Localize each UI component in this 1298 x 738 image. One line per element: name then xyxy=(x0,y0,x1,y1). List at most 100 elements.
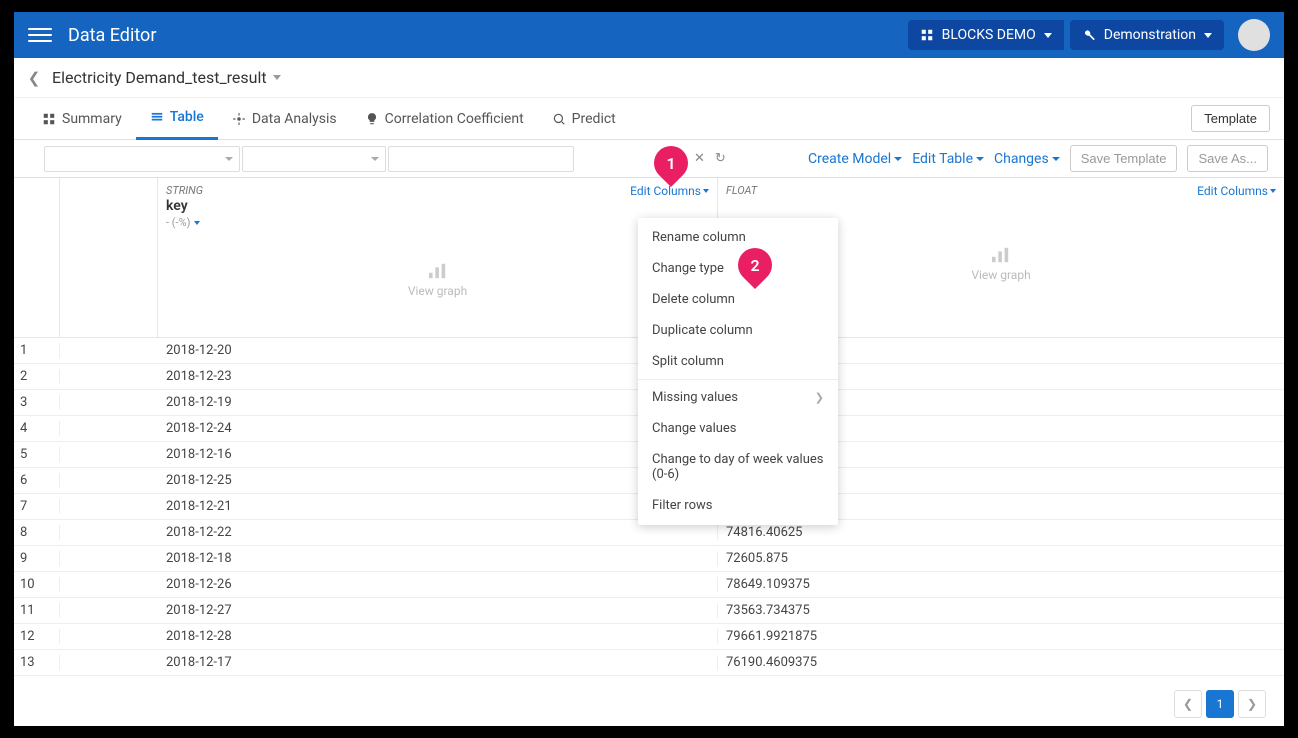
menu-change-values[interactable]: Change values xyxy=(638,413,838,444)
column-type: FLOAT xyxy=(726,184,1276,197)
cell-value: 76190.4609375 xyxy=(718,655,1284,670)
cell-value: 72605.875 xyxy=(718,551,1284,566)
row-number: 6 xyxy=(14,473,60,488)
callout-pin-2: 2 xyxy=(738,248,772,290)
row-number: 8 xyxy=(14,525,60,540)
back-chevron-icon[interactable]: ❮ xyxy=(24,69,44,87)
table-row[interactable]: 12 2018-12-2879661.9921875 xyxy=(14,624,1284,650)
tab-label: Predict xyxy=(572,111,616,127)
cell-key: 2018-12-21 xyxy=(158,499,718,514)
cell-key: 2018-12-25 xyxy=(158,473,718,488)
filter-dropdown-2[interactable] xyxy=(242,146,386,172)
row-number: 5 xyxy=(14,447,60,462)
cell-value: 73563.734375 xyxy=(718,603,1284,618)
summary-icon xyxy=(42,112,56,126)
column-header-key: STRING key - (-%) Edit Columns View grap… xyxy=(158,178,718,337)
tab-label: Table xyxy=(170,109,204,125)
pager-page-1[interactable]: 1 xyxy=(1206,690,1234,718)
close-icon[interactable]: ✕ xyxy=(694,151,705,166)
caret-down-icon xyxy=(1204,33,1212,38)
cell-value: 74816.40625 xyxy=(718,525,1284,540)
view-graph-placeholder[interactable]: View graph xyxy=(166,229,709,331)
menu-filter-rows[interactable]: Filter rows xyxy=(638,490,838,521)
table-row[interactable]: 11 2018-12-2773563.734375 xyxy=(14,598,1284,624)
save-template-button[interactable]: Save Template xyxy=(1070,145,1178,172)
row-number: 11 xyxy=(14,603,60,618)
pager-prev[interactable]: ❮ xyxy=(1174,690,1202,718)
menu-missing-values[interactable]: Missing values❯ xyxy=(638,382,838,413)
cell-key: 2018-12-22 xyxy=(158,525,718,540)
column-subinfo[interactable]: - (-%) xyxy=(166,216,709,229)
breadcrumb: ❮ Electricity Demand_test_result xyxy=(14,58,1284,98)
tab-correlation[interactable]: Correlation Coefficient xyxy=(351,98,538,140)
edit-columns-link[interactable]: Edit Columns xyxy=(1197,184,1276,198)
row-number: 4 xyxy=(14,421,60,436)
table-row[interactable]: 102018-12-2678649.109375 xyxy=(14,572,1284,598)
avatar[interactable] xyxy=(1238,19,1270,51)
menu-separator xyxy=(638,379,838,380)
analysis-icon xyxy=(232,112,246,126)
demonstration-dropdown[interactable]: Demonstration xyxy=(1070,20,1224,50)
hamburger-menu-icon[interactable] xyxy=(28,23,52,47)
toolbar: ✕ ↻ Create Model Edit Table Changes Save… xyxy=(14,140,1284,178)
row-number: 2 xyxy=(14,369,60,384)
template-button[interactable]: Template xyxy=(1191,105,1270,132)
link-label: Changes xyxy=(994,151,1049,167)
row-number: 9 xyxy=(14,551,60,566)
cell-key: 2018-12-28 xyxy=(158,629,718,644)
refresh-icon[interactable]: ↻ xyxy=(715,151,726,166)
cell-value: 79661.9921875 xyxy=(718,629,1284,644)
cell-key: 2018-12-19 xyxy=(158,395,718,410)
blocks-demo-dropdown[interactable]: BLOCKS DEMO xyxy=(908,20,1064,50)
demonstration-label: Demonstration xyxy=(1104,27,1196,43)
breadcrumb-caret-icon[interactable] xyxy=(273,75,281,80)
caret-down-icon xyxy=(1052,157,1060,161)
cell-key: 2018-12-16 xyxy=(158,447,718,462)
grid-icon xyxy=(920,28,934,42)
cell-key: 2018-12-24 xyxy=(158,421,718,436)
create-model-dropdown[interactable]: Create Model xyxy=(808,151,902,167)
search-input[interactable] xyxy=(388,146,574,172)
caret-down-icon xyxy=(1044,33,1052,38)
row-number: 1 xyxy=(14,343,60,358)
row-number: 12 xyxy=(14,629,60,644)
view-graph-label: View graph xyxy=(408,284,467,298)
menu-day-of-week[interactable]: Change to day of week values (0-6) xyxy=(638,444,838,490)
tabs-row: Summary Table Data Analysis Correlation … xyxy=(14,98,1284,140)
edit-table-dropdown[interactable]: Edit Table xyxy=(912,151,984,167)
filter-dropdown-1[interactable] xyxy=(44,146,240,172)
pager-next[interactable]: ❯ xyxy=(1238,690,1266,718)
save-as-button[interactable]: Save As... xyxy=(1187,145,1268,172)
menu-duplicate-column[interactable]: Duplicate column xyxy=(638,315,838,346)
tab-data-analysis[interactable]: Data Analysis xyxy=(218,98,351,140)
table-row[interactable]: 132018-12-1776190.4609375 xyxy=(14,650,1284,676)
table-row[interactable]: 9 2018-12-1872605.875 xyxy=(14,546,1284,572)
caret-down-icon xyxy=(194,221,200,225)
link-label: Edit Table xyxy=(912,151,973,167)
caret-down-icon xyxy=(703,189,709,193)
menu-split-column[interactable]: Split column xyxy=(638,346,838,377)
cell-key: 2018-12-27 xyxy=(158,603,718,618)
breadcrumb-title: Electricity Demand_test_result xyxy=(52,68,267,87)
tab-predict[interactable]: Predict xyxy=(538,98,630,140)
tab-table[interactable]: Table xyxy=(136,98,218,140)
predict-icon xyxy=(552,112,566,126)
table-icon xyxy=(150,110,164,124)
row-number: 10 xyxy=(14,577,60,592)
cell-key: 2018-12-18 xyxy=(158,551,718,566)
caret-down-icon xyxy=(371,157,379,161)
changes-dropdown[interactable]: Changes xyxy=(994,151,1060,167)
cell-key: 2018-12-17 xyxy=(158,655,718,670)
tab-summary[interactable]: Summary xyxy=(28,98,136,140)
chart-icon xyxy=(990,246,1012,264)
tab-label: Correlation Coefficient xyxy=(385,111,524,127)
tab-label: Summary xyxy=(62,111,122,127)
app-title: Data Editor xyxy=(68,25,156,46)
bulb-icon xyxy=(365,112,379,126)
app-header: Data Editor BLOCKS DEMO Demonstration xyxy=(14,12,1284,58)
blocks-demo-label: BLOCKS DEMO xyxy=(942,27,1036,43)
view-graph-label: View graph xyxy=(971,268,1030,282)
tab-label: Data Analysis xyxy=(252,111,337,127)
cell-key: 2018-12-26 xyxy=(158,577,718,592)
column-type: STRING xyxy=(166,184,709,197)
